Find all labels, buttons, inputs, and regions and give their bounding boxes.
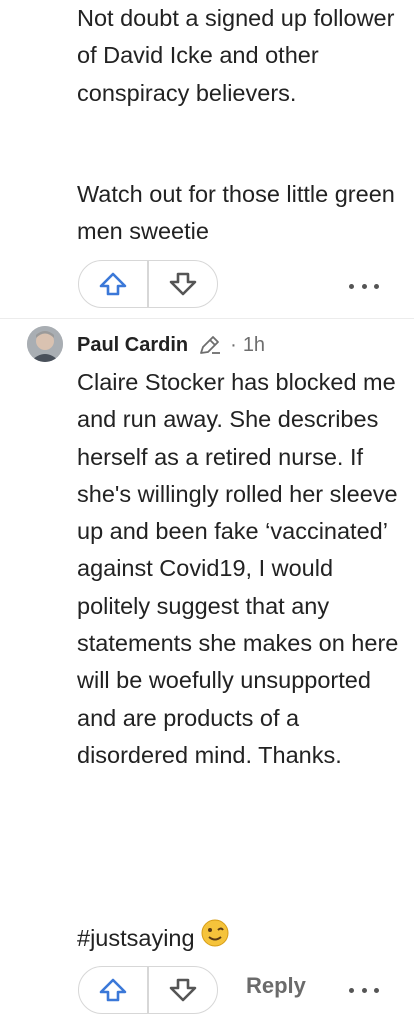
comment-text: Watch out for those little green men swe…: [77, 181, 395, 245]
vote-group: [78, 966, 218, 1014]
more-dots-icon: [361, 987, 367, 993]
downvote-button[interactable]: [149, 967, 217, 1013]
hashtag[interactable]: #justsaying: [77, 920, 195, 957]
avatar[interactable]: [27, 326, 63, 362]
comment-header: Paul Cardin · 1h: [77, 331, 265, 359]
arrow-down-outline-icon: [169, 978, 197, 1002]
separator: ·: [230, 333, 237, 356]
vote-group: [78, 260, 218, 308]
pencil-icon: [198, 334, 222, 356]
reply-button[interactable]: Reply: [246, 973, 306, 999]
timestamp: 1h: [242, 333, 266, 356]
more-dots-icon: [349, 987, 354, 993]
more-dots-icon: [374, 283, 379, 289]
upvote-button[interactable]: [79, 261, 147, 307]
more-options-button[interactable]: [349, 276, 379, 296]
avatar-image: [27, 326, 63, 362]
divider: [0, 318, 414, 319]
more-options-button[interactable]: [349, 980, 379, 1000]
comment-text: Not doubt a signed up follower of David …: [77, 5, 395, 106]
hashtag-line: #justsaying: [77, 919, 407, 958]
arrow-up-outline-icon: [99, 978, 127, 1002]
downvote-button[interactable]: [149, 261, 217, 307]
more-dots-icon: [361, 283, 367, 289]
arrow-up-outline-icon: [99, 272, 127, 296]
upvote-button[interactable]: [79, 967, 147, 1013]
author-name[interactable]: Paul Cardin: [77, 334, 188, 357]
more-dots-icon: [349, 283, 354, 289]
more-dots-icon: [374, 987, 379, 993]
winking-face-emoji: [201, 919, 229, 958]
comment-text: Claire Stocker has blocked me and run aw…: [77, 369, 399, 768]
arrow-down-outline-icon: [169, 272, 197, 296]
